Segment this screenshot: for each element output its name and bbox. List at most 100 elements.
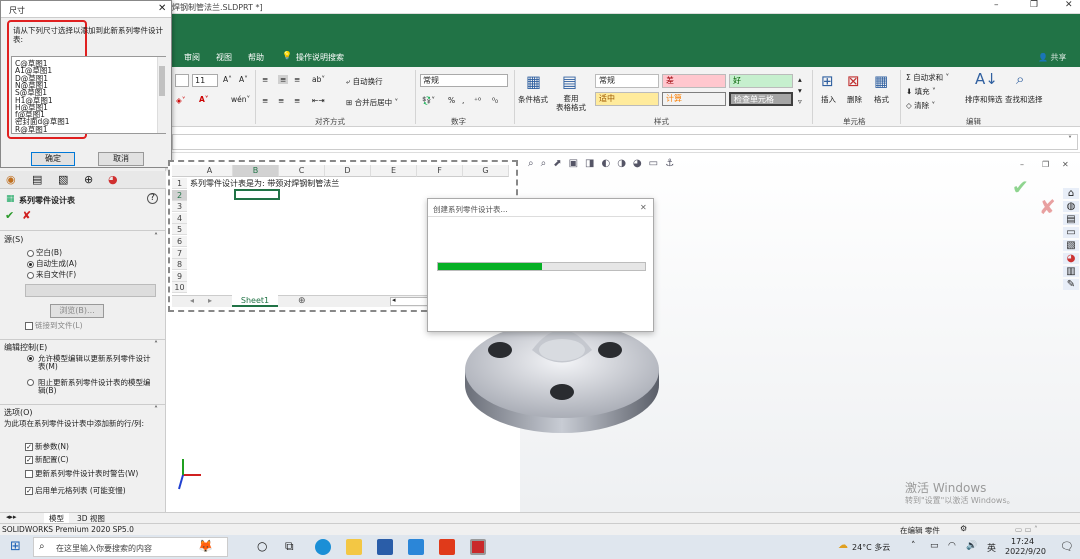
font-color-icon[interactable]: A˅ <box>199 95 209 104</box>
office-icon[interactable] <box>439 539 455 555</box>
windows-start-icon[interactable]: ⊞ <box>10 539 21 554</box>
scroll-left-icon[interactable]: ◂ <box>392 296 396 304</box>
phonetic-icon[interactable]: wén˅ <box>231 95 250 104</box>
store-icon[interactable] <box>377 539 393 555</box>
row-header[interactable]: 4 <box>172 212 187 224</box>
column-header[interactable]: D <box>325 165 371 177</box>
tab-help[interactable]: 帮助 <box>248 52 264 63</box>
source-file-radio[interactable]: 来自文件(F) <box>27 269 76 280</box>
style-calculation[interactable]: 计算 <box>662 92 726 106</box>
clear-button[interactable]: ◇ 清除 ˅ <box>906 100 935 111</box>
wrap-text-button[interactable]: ⤶ 自动换行 <box>346 76 383 87</box>
scrollbar-thumb[interactable] <box>159 66 165 96</box>
network-icon[interactable]: ▭ <box>930 541 939 551</box>
viewport-restore-icon[interactable]: ❐ <box>1042 160 1049 169</box>
new-config-checkbox[interactable]: ✓ 新配置(C) <box>25 454 69 465</box>
style-good[interactable]: 好 <box>729 74 793 88</box>
collapse-source-icon[interactable]: ˄ <box>154 232 158 241</box>
style-bad[interactable]: 差 <box>662 74 726 88</box>
delete-button[interactable]: 删除 <box>847 94 862 105</box>
formula-expand-icon[interactable]: ˅ <box>1068 135 1072 144</box>
style-check-cell[interactable]: 检查单元格 <box>729 92 793 106</box>
font-name-dropdown[interactable] <box>175 74 189 87</box>
styles-scroll-up-icon[interactable]: ▴ <box>798 75 802 84</box>
collapse-edit-icon[interactable]: ˄ <box>154 340 158 349</box>
help-button[interactable]: ? <box>147 193 158 204</box>
progress-close-icon[interactable]: ✕ <box>640 203 647 212</box>
confirm-corner-cancel-icon[interactable]: ✘ <box>1039 195 1056 219</box>
list-scrollbar[interactable] <box>157 57 166 133</box>
merge-center-button[interactable]: ⊞ 合并后居中 ˅ <box>346 97 398 108</box>
row-header[interactable]: 6 <box>172 236 187 247</box>
align-bottom-icon[interactable]: ≡ <box>294 75 300 84</box>
ok-button[interactable]: 确定 <box>31 152 75 166</box>
view-palette-icon[interactable]: ▧ <box>1063 240 1079 251</box>
select-all-corner[interactable] <box>172 165 187 177</box>
custom-props-icon[interactable]: ▥ <box>1063 266 1079 277</box>
cell-a1[interactable]: 系列零件设计表是为: 带颈对焊钢制管法兰 <box>190 178 339 189</box>
warn-update-checkbox[interactable]: 更新系列零件设计表时警告(W) <box>25 468 138 479</box>
row-header[interactable]: 10 <box>172 282 187 294</box>
collapse-options-icon[interactable]: ˄ <box>154 405 158 414</box>
row-header[interactable]: 1 <box>172 178 187 189</box>
close-window-button[interactable]: ✕ <box>1065 0 1073 10</box>
file-explorer-icon[interactable]: ▭ <box>1063 227 1079 238</box>
edge-browser-icon[interactable] <box>315 539 331 555</box>
align-left-icon[interactable]: ≡ <box>262 96 268 105</box>
font-size-dropdown[interactable]: 11 <box>192 74 218 87</box>
cortana-icon[interactable]: ○ <box>257 539 267 553</box>
style-neutral[interactable]: 适中 <box>595 92 659 106</box>
weather-text[interactable]: 24°C 多云 <box>852 542 890 553</box>
dimension-list-item[interactable]: R@草图1 <box>15 125 47 134</box>
task-view-icon[interactable]: ⧉ <box>285 539 294 554</box>
next-sheet-icon[interactable]: ▸ <box>208 296 212 305</box>
increase-decimal-icon[interactable]: ⁺⁰ <box>474 96 481 105</box>
fill-button[interactable]: ⬇ 填充 ˅ <box>906 86 936 97</box>
decrease-decimal-icon[interactable]: ⁰₀ <box>492 96 498 105</box>
column-header[interactable]: G <box>463 165 509 177</box>
currency-icon[interactable]: 💱˅ <box>422 96 435 105</box>
tab-view[interactable]: 视图 <box>216 52 232 63</box>
browse-button[interactable]: 浏览(B)... <box>50 304 104 318</box>
display-manager-icon[interactable]: ◕ <box>108 173 118 186</box>
styles-more-icon[interactable]: ▿ <box>798 97 802 106</box>
percent-button[interactable]: % <box>448 96 455 105</box>
column-header[interactable]: F <box>417 165 463 177</box>
ime-lang[interactable]: 英 <box>987 541 996 554</box>
tab-scroll-icon[interactable]: ◂▸▸ <box>6 513 17 521</box>
sort-filter-button[interactable]: 排序和筛选 <box>965 94 1003 105</box>
wifi-icon[interactable]: ◠ <box>948 541 956 551</box>
indent-icon[interactable]: ⇤⇥ <box>312 96 325 105</box>
file-explorer-taskbar-icon[interactable] <box>346 539 362 555</box>
units-icon[interactable]: ▭ ▭ ˄ <box>1015 525 1038 534</box>
formula-input[interactable] <box>172 134 1078 150</box>
cancel-x-icon[interactable]: ✘ <box>22 209 31 222</box>
column-header[interactable]: E <box>371 165 417 177</box>
config-manager-icon[interactable]: ▧ <box>58 173 68 186</box>
resources-icon[interactable]: ◍ <box>1063 201 1079 212</box>
row-header[interactable]: 7 <box>172 247 187 259</box>
column-header[interactable]: B <box>233 165 279 177</box>
format-button[interactable]: 格式 <box>874 94 889 105</box>
design-library-icon[interactable]: ▤ <box>1063 214 1079 225</box>
align-right-icon[interactable]: ≡ <box>294 96 300 105</box>
tell-me-search[interactable]: 操作说明搜索 <box>296 52 344 63</box>
tray-expand-icon[interactable]: ˄ <box>911 541 916 551</box>
dimension-list[interactable]: C@草图1 A1@草图1 D@草图1 N@草图1 S@草图1 H1@草图1 H@草图1 f@草… <box>11 56 166 134</box>
clock-date[interactable]: 2022/9/20 <box>1005 547 1046 556</box>
insert-button[interactable]: 插入 <box>821 94 836 105</box>
viewport-close-icon[interactable]: ✕ <box>1062 160 1069 169</box>
notification-icon[interactable]: 🗨 <box>1060 540 1074 553</box>
conditional-format-button[interactable]: 条件格式 <box>518 94 548 105</box>
orientation-icon[interactable]: ab˅ <box>312 75 325 84</box>
viewport-minimize-icon[interactable]: – <box>1020 160 1024 169</box>
shrink-font-button[interactable]: A˅ <box>239 75 248 84</box>
grow-font-button[interactable]: A˄ <box>223 75 232 84</box>
clock-time[interactable]: 17:24 <box>1011 537 1034 546</box>
minimize-button[interactable]: – <box>994 0 999 10</box>
active-cell-b2[interactable] <box>234 189 280 200</box>
dialog-close-icon[interactable]: ✕ <box>158 3 166 14</box>
volume-icon[interactable]: 🔊 <box>966 541 977 551</box>
column-header[interactable]: C <box>279 165 325 177</box>
find-select-button[interactable]: 查找和选择 <box>1005 94 1043 105</box>
